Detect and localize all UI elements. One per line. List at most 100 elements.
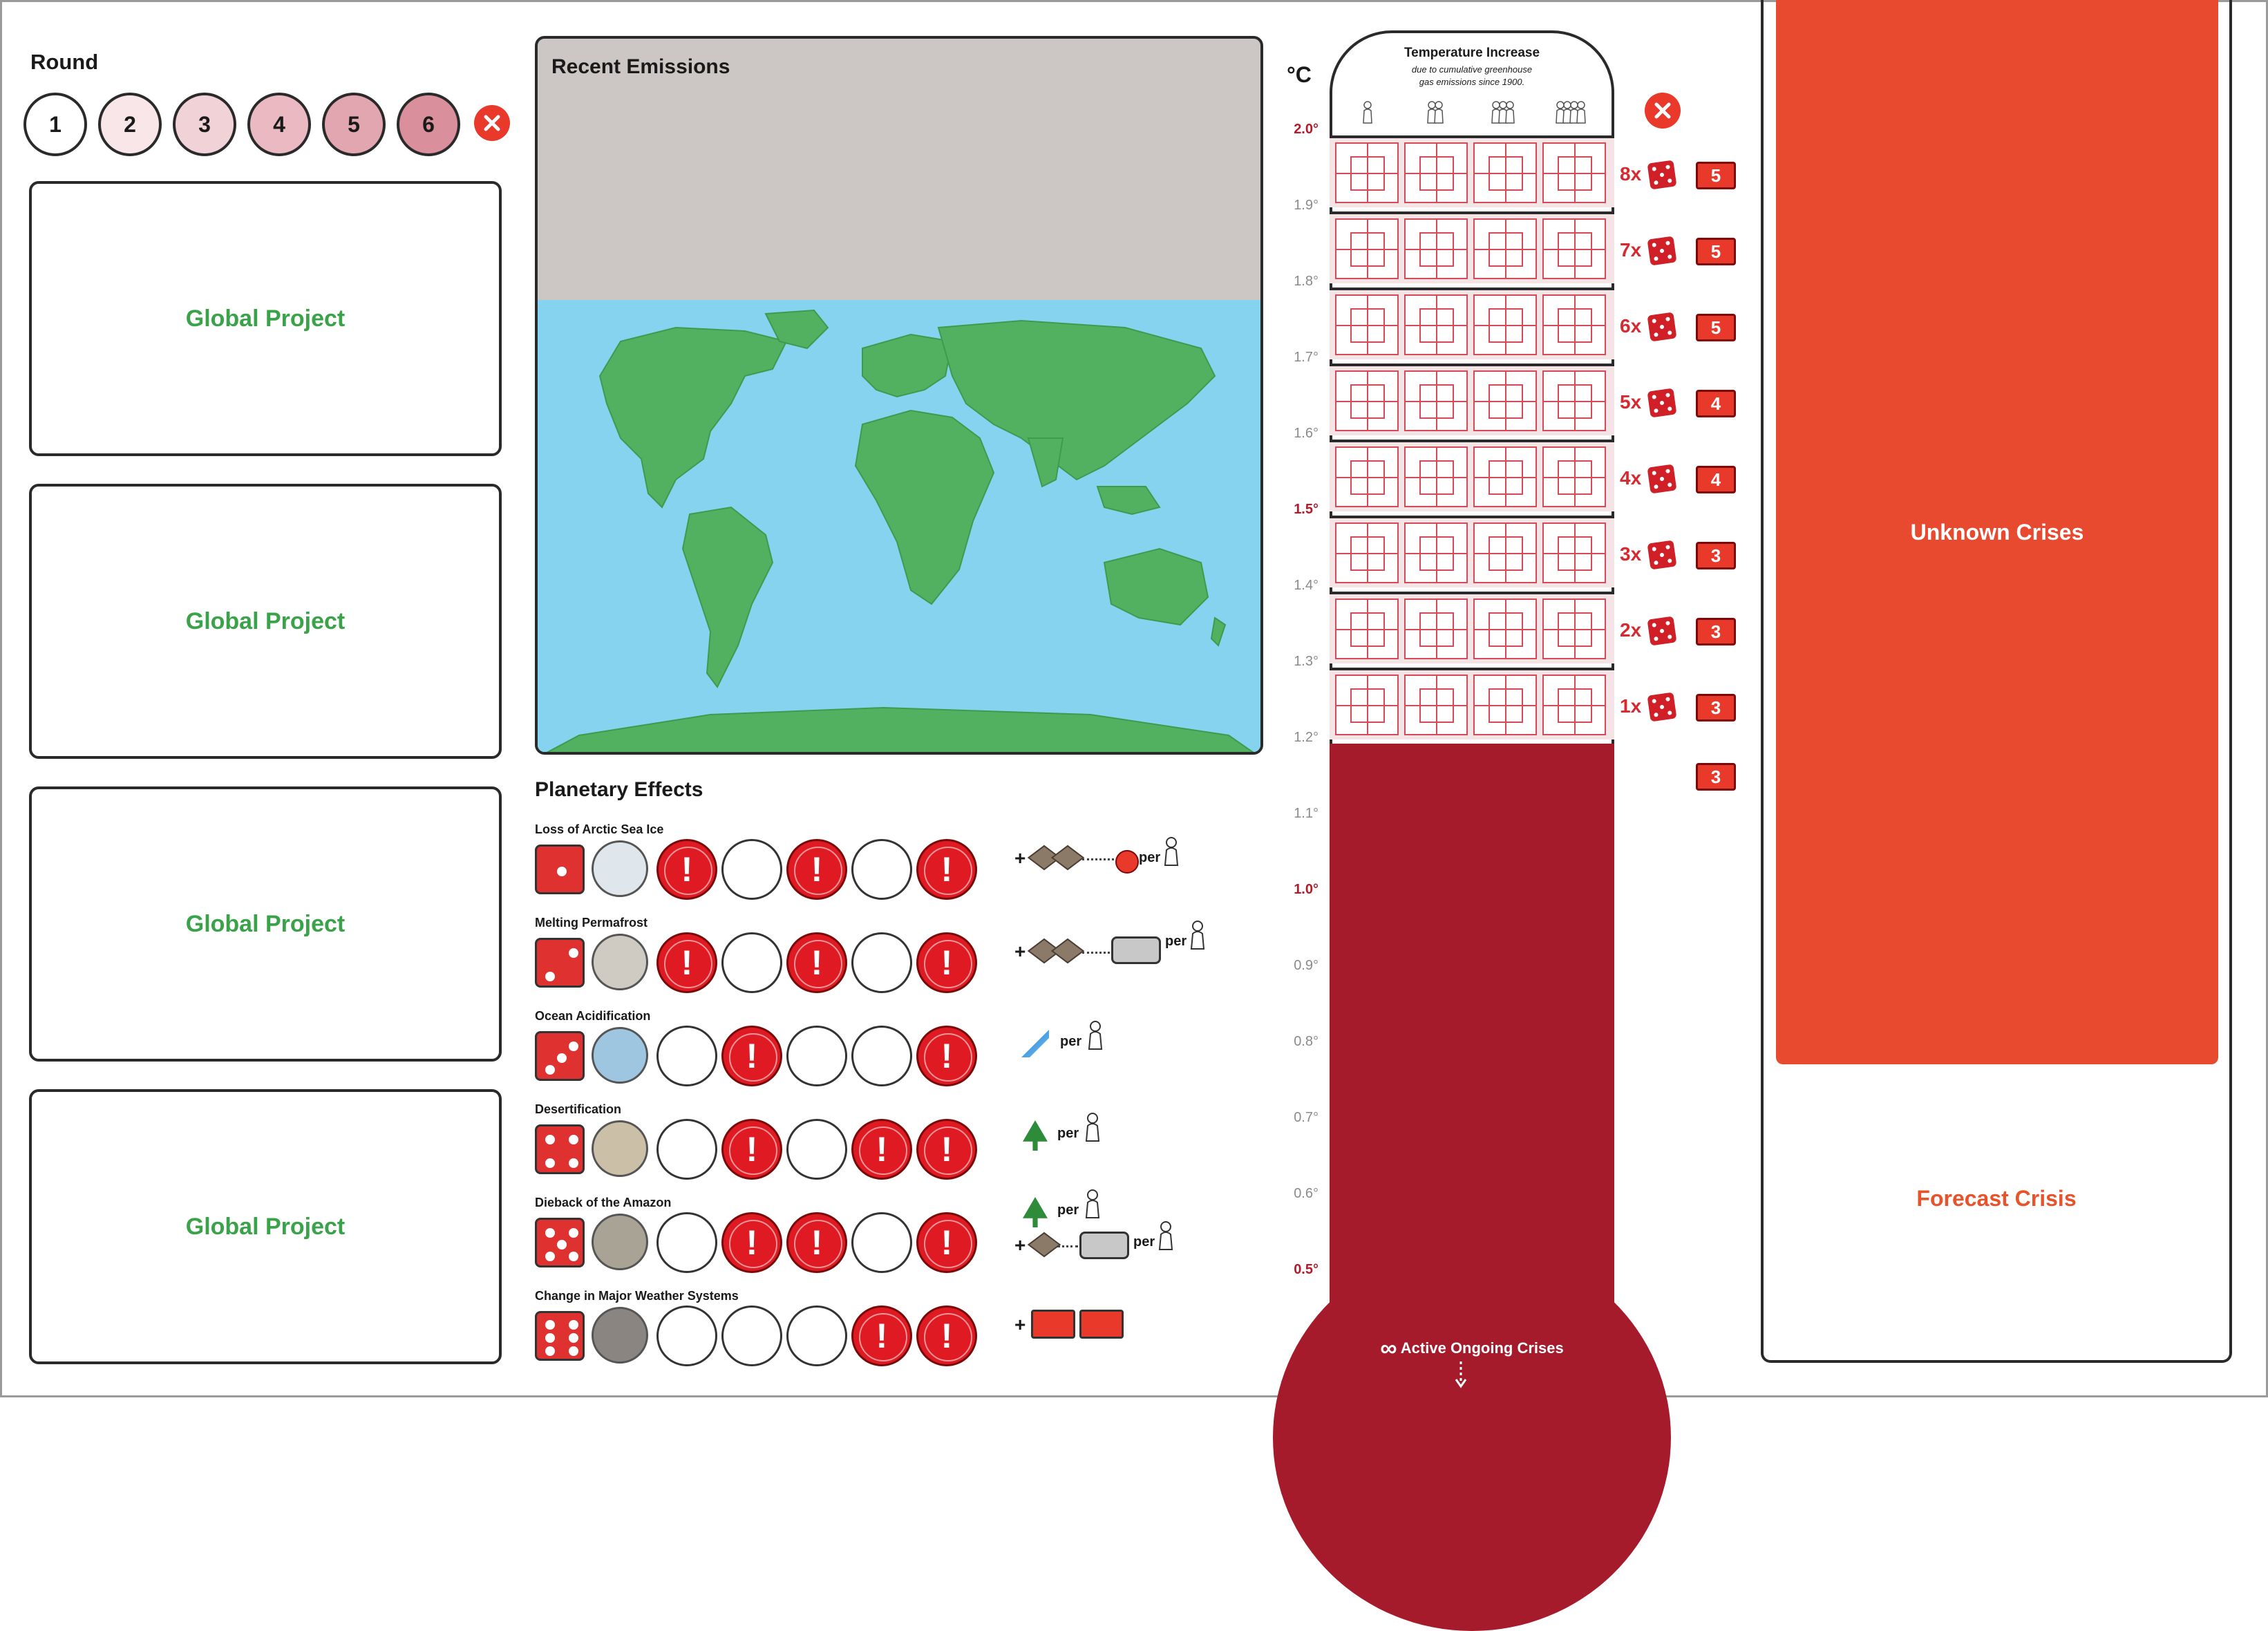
emission-cube-slot[interactable] [1335,370,1399,431]
players-2-icon [1427,101,1444,124]
round-4-disc[interactable]: 4 [247,93,311,156]
empty-slot[interactable] [721,1305,782,1366]
round-close-icon[interactable] [474,105,510,141]
emission-cube-slot[interactable] [1473,370,1537,431]
round-5-disc[interactable]: 5 [322,93,386,156]
dice-multiplier: 6x [1620,315,1642,337]
empty-slot[interactable] [851,839,912,900]
die-icon [1647,312,1677,342]
infinity-icon: ∞ [1380,1335,1397,1361]
global-project-slot-3[interactable]: Global Project [29,786,502,1062]
crisis-alert-slot[interactable]: ! [656,839,717,900]
die-pip [1654,180,1659,185]
empty-slot[interactable] [721,932,782,993]
global-project-slot-4[interactable]: Global Project [29,1089,502,1364]
empty-slot[interactable] [656,1305,717,1366]
global-project-label: Global Project [185,607,346,634]
emission-cube-slot[interactable] [1473,294,1537,355]
emission-cube-slot[interactable] [1473,522,1537,583]
crisis-alert-slot[interactable]: ! [786,1212,847,1273]
emission-cube-slot[interactable] [1404,446,1468,507]
active-ongoing-crises-label[interactable]: ∞ Active Ongoing Crises [1330,1335,1614,1362]
meeple-icon [1190,921,1205,950]
crisis-alert-slot[interactable]: ! [916,839,977,900]
empty-slot[interactable] [786,1026,847,1086]
global-project-slot-2[interactable]: Global Project [29,484,502,759]
die-pip [569,1346,578,1356]
crisis-alert-slot[interactable]: ! [721,1212,782,1273]
emission-cube-slot[interactable] [1473,598,1537,659]
unknown-crises-deck[interactable]: Unknown Crises [1776,0,2218,1064]
temperature-row [1330,592,1614,663]
crisis-alert-slot[interactable]: ! [786,839,847,900]
empty-slot[interactable] [851,1212,912,1273]
emission-cube-slot[interactable] [1542,370,1606,431]
crisis-alert-slot[interactable]: ! [851,1119,912,1180]
crisis-alert-slot[interactable]: ! [721,1026,782,1086]
emission-cube-slot[interactable] [1335,446,1399,507]
die-pip [569,1135,578,1144]
die-pip [1665,697,1670,702]
emission-cube-slot[interactable] [1473,446,1537,507]
die-icon [1647,692,1677,722]
empty-slot[interactable] [851,932,912,993]
emission-cube-slot[interactable] [1335,598,1399,659]
crisis-alert-slot[interactable]: ! [916,1305,977,1366]
arrow-icon [1082,952,1110,954]
emission-cube-slot[interactable] [1404,522,1468,583]
empty-slot[interactable] [656,1119,717,1180]
empty-slot[interactable] [786,1305,847,1366]
emission-cube-slot[interactable] [1542,675,1606,735]
emission-cube-slot[interactable] [1542,598,1606,659]
empty-slot[interactable] [721,839,782,900]
emission-cube-slot[interactable] [1404,142,1468,203]
emission-cube-slot[interactable] [1404,675,1468,735]
crisis-alert-slot[interactable]: ! [916,1119,977,1180]
round-6-disc[interactable]: 6 [397,93,460,156]
emission-cube-slot[interactable] [1473,218,1537,279]
crisis-alert-slot[interactable]: ! [786,932,847,993]
die-pip [545,1228,555,1238]
die-pip [1665,317,1670,322]
recent-emissions-map[interactable]: Recent Emissions [535,36,1263,755]
crisis-alert-slot[interactable]: ! [851,1305,912,1366]
emission-cube-slot[interactable] [1473,142,1537,203]
emission-cube-slot[interactable] [1335,522,1399,583]
empty-slot[interactable] [851,1026,912,1086]
emission-cube-slot[interactable] [1335,218,1399,279]
emission-cube-slot[interactable] [1404,598,1468,659]
die-pip [569,1228,578,1238]
emission-cube-slot[interactable] [1335,294,1399,355]
round-3-disc[interactable]: 3 [173,93,236,156]
forecast-crisis-slot[interactable]: Forecast Crisis [1761,1186,2232,1212]
global-project-label: Global Project [185,910,346,937]
emission-cube-slot[interactable] [1542,142,1606,203]
emission-cube-slot[interactable] [1542,218,1606,279]
thermometer-icon [1115,850,1139,874]
active-crises-text: Active Ongoing Crises [1400,1339,1564,1357]
crisis-alert-slot[interactable]: ! [721,1119,782,1180]
crisis-alert-slot[interactable]: ! [916,1026,977,1086]
empty-slot[interactable] [656,1212,717,1273]
emission-cube-slot[interactable] [1473,675,1537,735]
crisis-alert-slot[interactable]: ! [916,1212,977,1273]
empty-slot[interactable] [786,1119,847,1180]
emission-cube-slot[interactable] [1542,522,1606,583]
emission-cube-slot[interactable] [1404,294,1468,355]
emission-cube-slot[interactable] [1335,142,1399,203]
round-1-disc[interactable]: 1 [23,93,87,156]
crisis-alert-slot[interactable]: ! [916,932,977,993]
global-project-slot-1[interactable]: Global Project [29,181,502,456]
effect-name: Desertification [535,1102,622,1116]
extra-crisis-count: 3 [1696,763,1736,791]
emission-cube-slot[interactable] [1542,446,1606,507]
thermometer-close-icon[interactable] [1645,93,1681,129]
empty-slot[interactable] [656,1026,717,1086]
round-2-disc[interactable]: 2 [98,93,162,156]
emission-cube-slot[interactable] [1542,294,1606,355]
emission-cube-slot[interactable] [1335,675,1399,735]
crisis-alert-slot[interactable]: ! [656,932,717,993]
emission-cube-slot[interactable] [1404,218,1468,279]
emission-cube-slot[interactable] [1404,370,1468,431]
die-pip [1667,634,1672,639]
